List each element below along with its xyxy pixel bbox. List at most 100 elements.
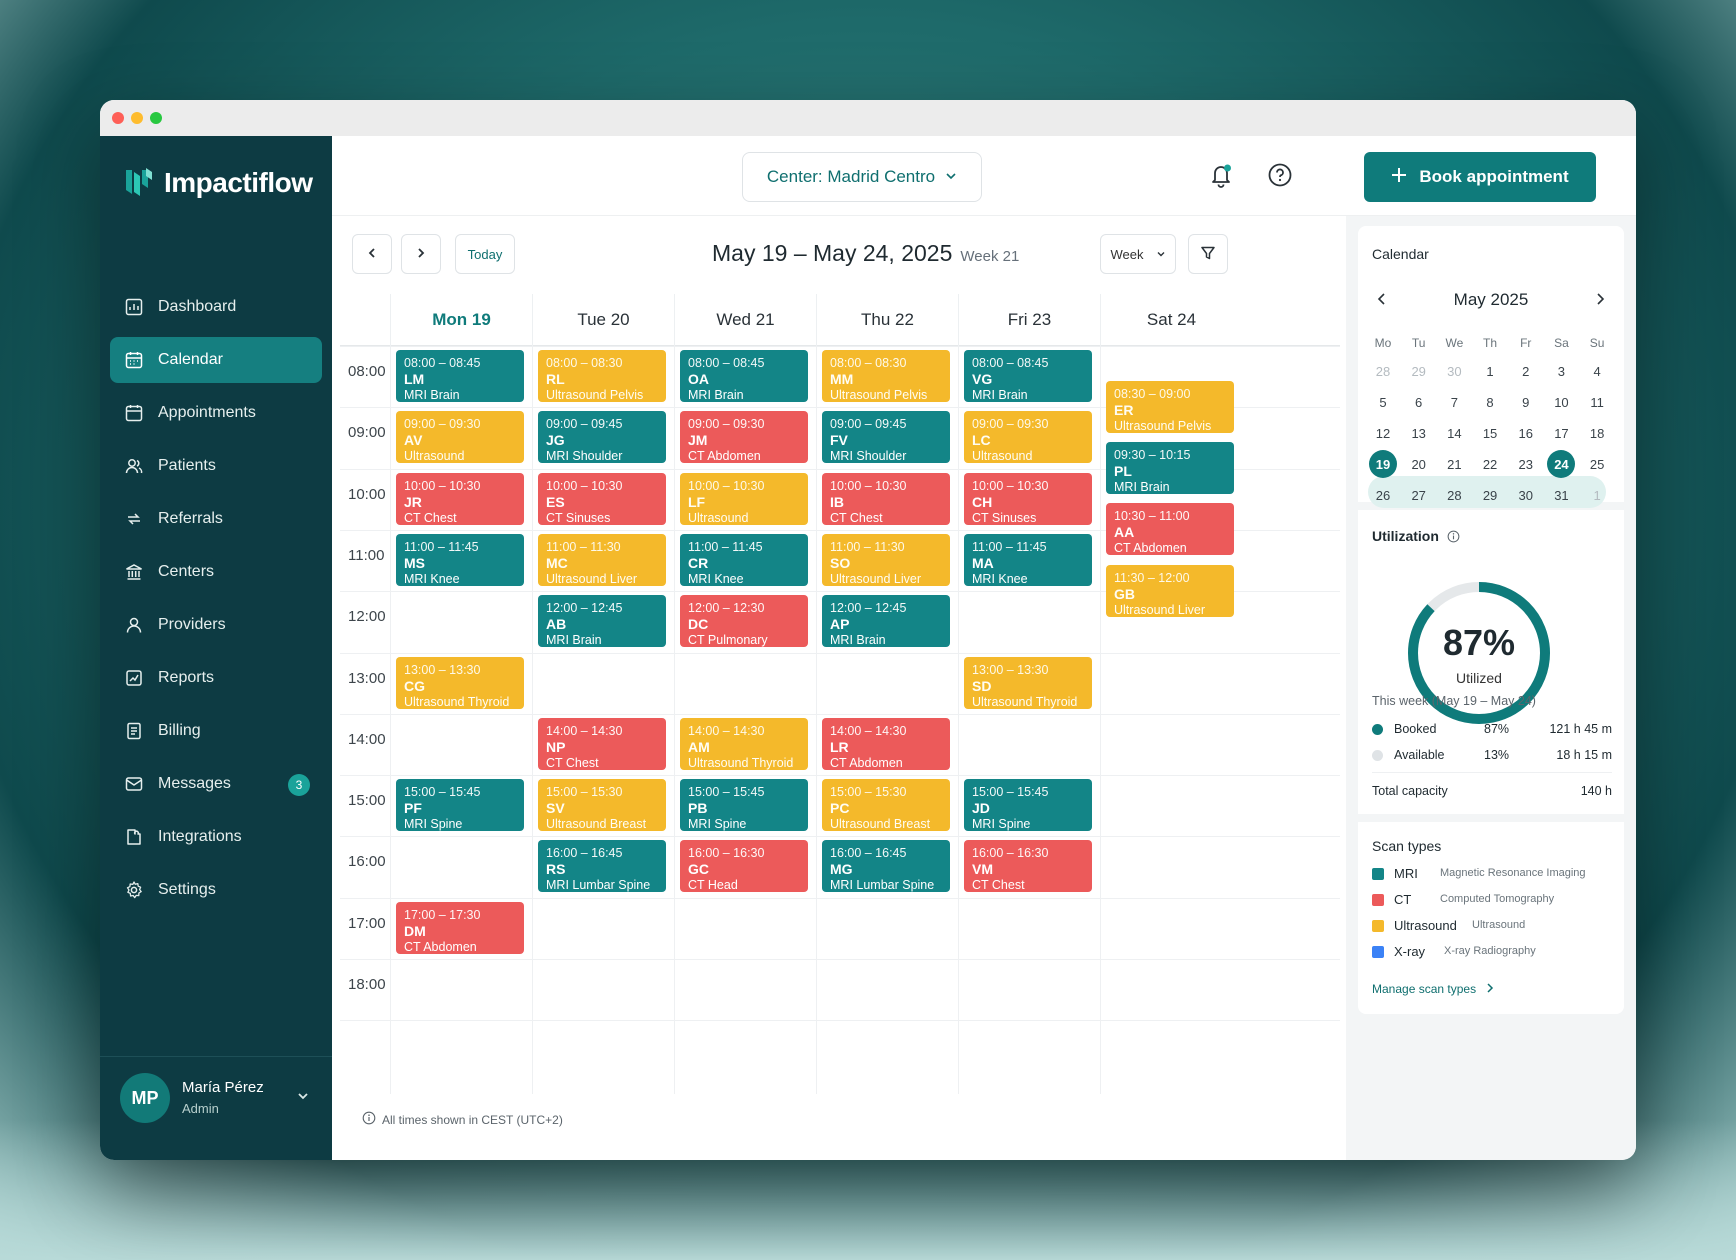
mini-calendar-day[interactable]: 22 (1473, 447, 1507, 481)
mini-calendar-day[interactable]: 6 (1402, 385, 1436, 419)
mini-calendar-day[interactable]: 9 (1509, 385, 1543, 419)
appointment-event[interactable]: 08:30 – 09:00 ER Ultrasound Pelvis (1106, 380, 1234, 433)
mini-calendar-day[interactable]: 18 (1580, 416, 1614, 450)
manage-scan-types-link[interactable]: Manage scan types (1372, 982, 1494, 996)
mini-calendar-day[interactable]: 16 (1509, 416, 1543, 450)
mini-calendar-day[interactable]: 5 (1366, 385, 1400, 419)
sidebar-item-dashboard[interactable]: Dashboard (110, 284, 322, 330)
mini-calendar-day[interactable]: 8 (1473, 385, 1507, 419)
appointment-event[interactable]: 09:00 – 09:30 JM CT Abdomen (680, 411, 808, 464)
mini-calendar-day[interactable]: 7 (1437, 385, 1471, 419)
day-header[interactable]: Sat 24 (1100, 294, 1242, 346)
appointment-event[interactable]: 10:00 – 10:30 JR CT Chest (396, 472, 524, 525)
mini-calendar-day[interactable]: 1 (1473, 354, 1507, 388)
brand[interactable]: Impactiflow (124, 166, 313, 200)
center-select[interactable]: Center: Madrid Centro (742, 152, 982, 202)
appointment-event[interactable]: 11:00 – 11:30 SO Ultrasound Liver (822, 533, 950, 586)
appointment-event[interactable]: 16:00 – 16:45 MG MRI Lumbar Spine (822, 840, 950, 893)
maximize-window-button[interactable] (150, 112, 162, 124)
day-header[interactable]: Thu 22 (816, 294, 958, 346)
appointment-event[interactable]: 15:00 – 15:45 JD MRI Spine (964, 779, 1092, 832)
appointment-event[interactable]: 08:00 – 08:45 LM MRI Brain (396, 350, 524, 403)
mini-calendar-day[interactable]: 3 (1544, 354, 1578, 388)
day-header[interactable]: Fri 23 (958, 294, 1100, 346)
appointment-event[interactable]: 16:00 – 16:30 VM CT Chest (964, 840, 1092, 893)
user-menu[interactable]: MP María Pérez Admin (100, 1056, 332, 1160)
sidebar-item-messages[interactable]: Messages 3 (110, 761, 322, 807)
sidebar-item-calendar[interactable]: Calendar (110, 337, 322, 383)
mini-calendar-day[interactable]: 2 (1509, 354, 1543, 388)
appointment-event[interactable]: 09:30 – 10:15 PL MRI Brain (1106, 441, 1234, 495)
appointment-event[interactable]: 10:00 – 10:30LFUltrasound Abdomen (680, 472, 808, 525)
appointment-event[interactable]: 09:00 – 09:45 JG MRI Shoulder (538, 411, 666, 464)
mini-calendar-day[interactable]: 19 (1366, 447, 1400, 481)
day-header[interactable]: Wed 21 (674, 294, 816, 346)
mini-calendar-day[interactable]: 25 (1580, 447, 1614, 481)
appointment-event[interactable]: 10:30 – 11:00 AA CT Abdomen (1106, 503, 1234, 556)
appointment-event[interactable]: 08:00 – 08:30 RL Ultrasound Pelvis (538, 350, 666, 403)
appointment-event[interactable]: 09:00 – 09:45 FV MRI Shoulder (822, 411, 950, 464)
mini-calendar-day[interactable]: 14 (1437, 416, 1471, 450)
appointment-event[interactable]: 09:00 – 09:30AVUltrasound Abdomen (396, 411, 524, 464)
appointment-event[interactable]: 15:00 – 15:45 PF MRI Spine (396, 779, 524, 832)
view-select[interactable]: Week (1100, 234, 1176, 274)
sidebar-item-centers[interactable]: Centers (110, 549, 322, 595)
mini-calendar-day[interactable]: 28 (1437, 478, 1471, 512)
appointment-event[interactable]: 13:00 – 13:30 SD Ultrasound Thyroid (964, 656, 1092, 709)
sidebar-item-integrations[interactable]: Integrations (110, 814, 322, 860)
appointment-event[interactable]: 16:00 – 16:45 RS MRI Lumbar Spine (538, 840, 666, 893)
sidebar-item-reports[interactable]: Reports (110, 655, 322, 701)
today-button[interactable]: Today (455, 234, 515, 274)
sidebar-item-settings[interactable]: Settings (110, 867, 322, 913)
minimize-window-button[interactable] (131, 112, 143, 124)
mini-calendar-day[interactable]: 27 (1402, 478, 1436, 512)
appointment-event[interactable]: 16:00 – 16:30 GC CT Head (680, 840, 808, 893)
mini-calendar-day[interactable]: 15 (1473, 416, 1507, 450)
mini-calendar-day[interactable]: 31 (1544, 478, 1578, 512)
appointment-event[interactable]: 17:00 – 17:30 DM CT Abdomen (396, 901, 524, 954)
appointment-event[interactable]: 14:00 – 14:30 NP CT Chest (538, 717, 666, 770)
mini-calendar-day[interactable]: 24 (1544, 447, 1578, 481)
chevron-down-icon[interactable] (296, 1089, 310, 1108)
appointment-event[interactable]: 10:00 – 10:30 CH CT Sinuses (964, 472, 1092, 525)
bell-icon[interactable] (1206, 160, 1236, 190)
sidebar-item-billing[interactable]: Billing (110, 708, 322, 754)
appointment-event[interactable]: 09:00 – 09:30LCUltrasound Abdomen (964, 411, 1092, 464)
appointment-event[interactable]: 11:00 – 11:45 MA MRI Knee (964, 533, 1092, 586)
mini-calendar-day[interactable]: 11 (1580, 385, 1614, 419)
appointment-event[interactable]: 10:00 – 10:30 IB CT Chest (822, 472, 950, 525)
prev-week-button[interactable] (352, 234, 392, 274)
filter-button[interactable] (1188, 234, 1228, 274)
appointment-event[interactable]: 11:00 – 11:30 MC Ultrasound Liver (538, 533, 666, 586)
appointment-event[interactable]: 11:00 – 11:45 CR MRI Knee (680, 533, 808, 586)
appointment-event[interactable]: 12:00 – 12:45 AP MRI Brain (822, 595, 950, 648)
mini-calendar-day[interactable]: 23 (1509, 447, 1543, 481)
sidebar-item-referrals[interactable]: Referrals (110, 496, 322, 542)
appointment-event[interactable]: 12:00 – 12:30 DC CT Pulmonary (680, 595, 808, 648)
appointment-event[interactable]: 15:00 – 15:30 PC Ultrasound Breast (822, 779, 950, 832)
mini-calendar-day[interactable]: 28 (1366, 354, 1400, 388)
appointment-event[interactable]: 11:30 – 12:00 GB Ultrasound Liver (1106, 564, 1234, 617)
mini-calendar-day[interactable]: 30 (1437, 354, 1471, 388)
mini-calendar-day[interactable]: 13 (1402, 416, 1436, 450)
appointment-event[interactable]: 08:00 – 08:30 MM Ultrasound Pelvis (822, 350, 950, 403)
appointment-event[interactable]: 11:00 – 11:45 MS MRI Knee (396, 533, 524, 586)
mini-calendar-day[interactable]: 21 (1437, 447, 1471, 481)
close-window-button[interactable] (112, 112, 124, 124)
help-icon[interactable] (1265, 160, 1295, 190)
day-header[interactable]: Mon 19 (390, 294, 532, 346)
mini-calendar-day[interactable]: 17 (1544, 416, 1578, 450)
appointment-event[interactable]: 14:00 – 14:30 AM Ultrasound Thyroid (680, 717, 808, 770)
appointment-event[interactable]: 08:00 – 08:45 VG MRI Brain (964, 350, 1092, 403)
info-icon[interactable] (1447, 530, 1460, 546)
mini-calendar-day[interactable]: 20 (1402, 447, 1436, 481)
appointment-event[interactable]: 13:00 – 13:30 CG Ultrasound Thyroid (396, 656, 524, 709)
day-header[interactable]: Tue 20 (532, 294, 674, 346)
next-week-button[interactable] (401, 234, 441, 274)
appointment-event[interactable]: 15:00 – 15:45 PB MRI Spine (680, 779, 808, 832)
sidebar-item-patients[interactable]: Patients (110, 443, 322, 489)
appointment-event[interactable]: 15:00 – 15:30 SV Ultrasound Breast (538, 779, 666, 832)
mini-calendar-day[interactable]: 10 (1544, 385, 1578, 419)
sidebar-item-appointments[interactable]: Appointments (110, 390, 322, 436)
mini-next-month-icon[interactable] (1594, 292, 1606, 311)
